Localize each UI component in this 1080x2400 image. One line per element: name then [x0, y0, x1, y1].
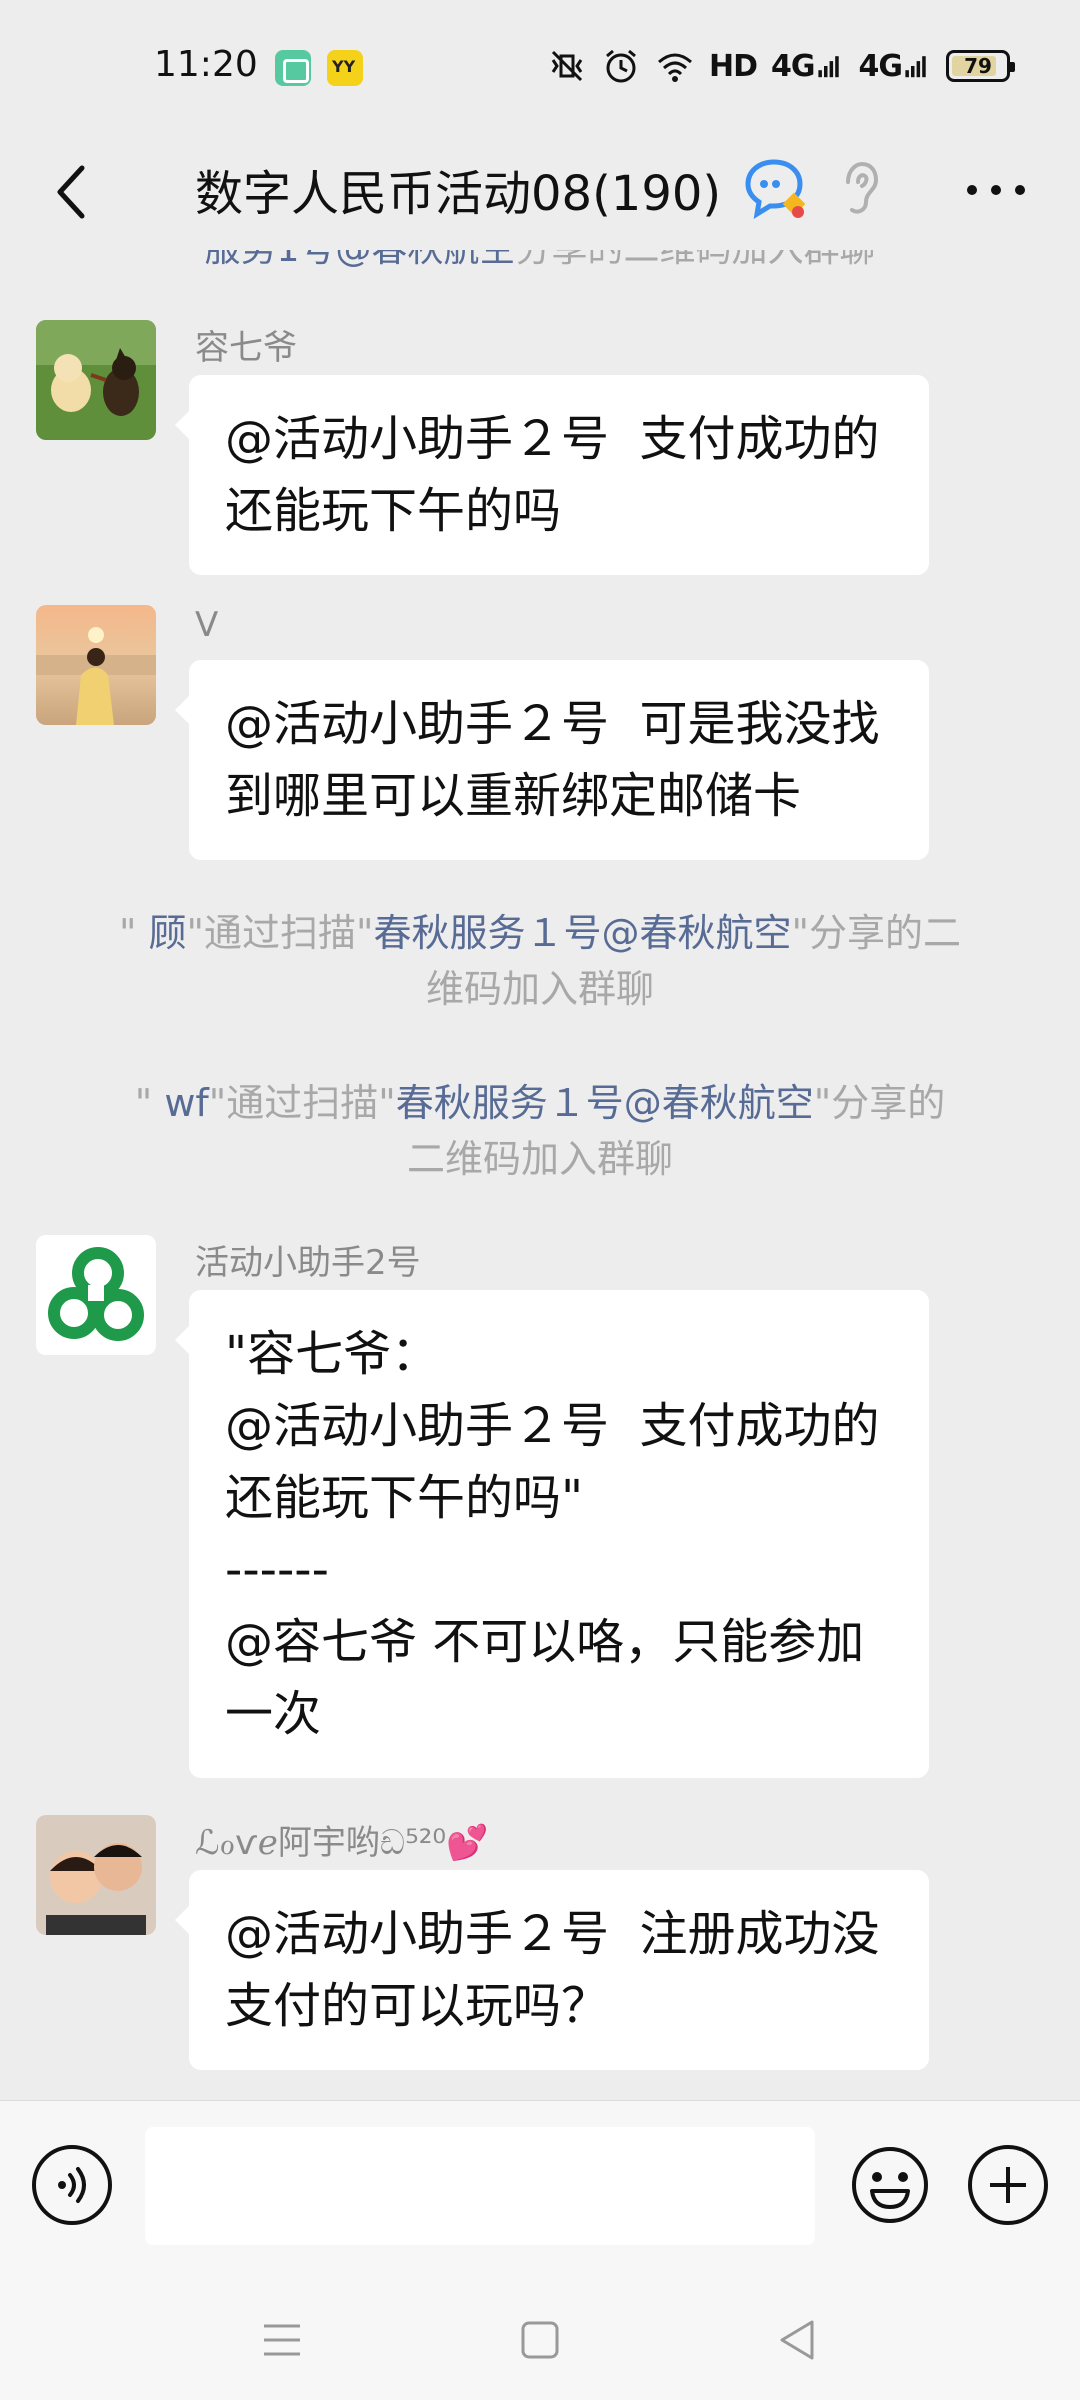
avatar[interactable]	[36, 320, 156, 440]
system-message-clipped: 服务1号@春秋航空分享的二维码加入群聊	[0, 250, 1080, 272]
hd-indicator: HD	[708, 48, 758, 84]
menu-lines-icon	[264, 2324, 300, 2356]
mute-vibrate-icon	[551, 50, 583, 82]
signal-1-icon	[817, 56, 839, 78]
sender-name: V	[195, 605, 219, 645]
wifi-icon	[657, 53, 692, 82]
back-button[interactable]	[30, 152, 110, 232]
triangle-back-icon	[780, 2320, 814, 2360]
dogs-avatar-image	[36, 320, 156, 440]
yy-notification-icon	[327, 50, 363, 86]
square-icon	[521, 2321, 559, 2359]
system-navigation-bar	[0, 2270, 1080, 2400]
signal-2-label: 4G	[858, 48, 903, 84]
status-bar: 11:20 HD 4G 4G	[0, 0, 1080, 130]
chat-header: 数字人民币活动08(190)	[0, 130, 1080, 250]
emoji-button[interactable]	[850, 2145, 930, 2225]
voice-button[interactable]	[32, 2145, 112, 2225]
signal-2-icon	[905, 56, 926, 78]
message-bubble[interactable]: @活动小助手２号 支付成功的 还能玩下午的吗	[175, 375, 929, 575]
message-input[interactable]	[145, 2127, 815, 2245]
battery-level: 79	[964, 54, 992, 78]
member-name-link[interactable]: 顾	[136, 911, 187, 955]
group-chat-icon[interactable]	[744, 156, 812, 224]
signal-1-label: 4G	[771, 48, 815, 84]
member-name-link[interactable]: wf	[152, 1081, 208, 1125]
chevron-left-icon	[57, 165, 85, 219]
chat-messages[interactable]: 服务1号@春秋航空分享的二维码加入群聊 容七爷 @活动小助手２号 支付成功的 还…	[0, 250, 1080, 2100]
app-notification-icon	[275, 50, 311, 86]
voice-icon	[58, 2167, 86, 2203]
message-bubble[interactable]: @活动小助手２号 可是我没找 到哪里可以重新绑定邮储卡	[175, 660, 929, 860]
message-bubble[interactable]: @活动小助手２号 注册成功没 支付的可以玩吗？	[175, 1870, 929, 2070]
battery-icon: 79	[946, 50, 1015, 82]
system-message: " wf"通过扫描"春秋服务１号@春秋航空"分享的 二维码加入群聊	[134, 1081, 946, 1181]
back-nav-button[interactable]	[766, 2310, 826, 2370]
menu-nav-button[interactable]	[252, 2310, 312, 2370]
system-message: " 顾"通过扫描"春秋服务１号@春秋航空"分享的二 维码加入群聊	[118, 911, 962, 1011]
more-dots-icon	[967, 185, 1025, 195]
avatar[interactable]	[36, 1235, 156, 1355]
more-button[interactable]	[960, 160, 1032, 220]
sender-name: 容七爷	[195, 328, 297, 368]
status-time: 11:20	[154, 44, 258, 85]
home-nav-button[interactable]	[510, 2310, 570, 2370]
qr-source-link[interactable]: 春秋服务１号@春秋航空	[396, 1081, 814, 1125]
more-functions-button[interactable]	[968, 2145, 1048, 2225]
couple-avatar-image	[36, 1815, 156, 1935]
input-bar	[0, 2100, 1080, 2270]
avatar[interactable]	[36, 605, 156, 725]
message-bubble[interactable]: "容七爷： @活动小助手２号 支付成功的 还能玩下午的吗" ------ @容七…	[175, 1290, 929, 1778]
alarm-icon	[606, 49, 636, 83]
avatar[interactable]	[36, 1815, 156, 1935]
ear-icon[interactable]	[838, 160, 882, 216]
sender-name: 活动小助手2号	[195, 1243, 421, 1283]
sunset-girl-avatar-image	[36, 605, 156, 725]
sender-name: ℒℴѵℯ阿宇哟ඩ⁵²⁰💕	[195, 1823, 489, 1863]
chat-title: 数字人民币活动08(190)	[195, 166, 722, 222]
green-logo-avatar-image	[36, 1235, 156, 1355]
qr-source-link[interactable]: 春秋服务１号@春秋航空	[374, 911, 792, 955]
